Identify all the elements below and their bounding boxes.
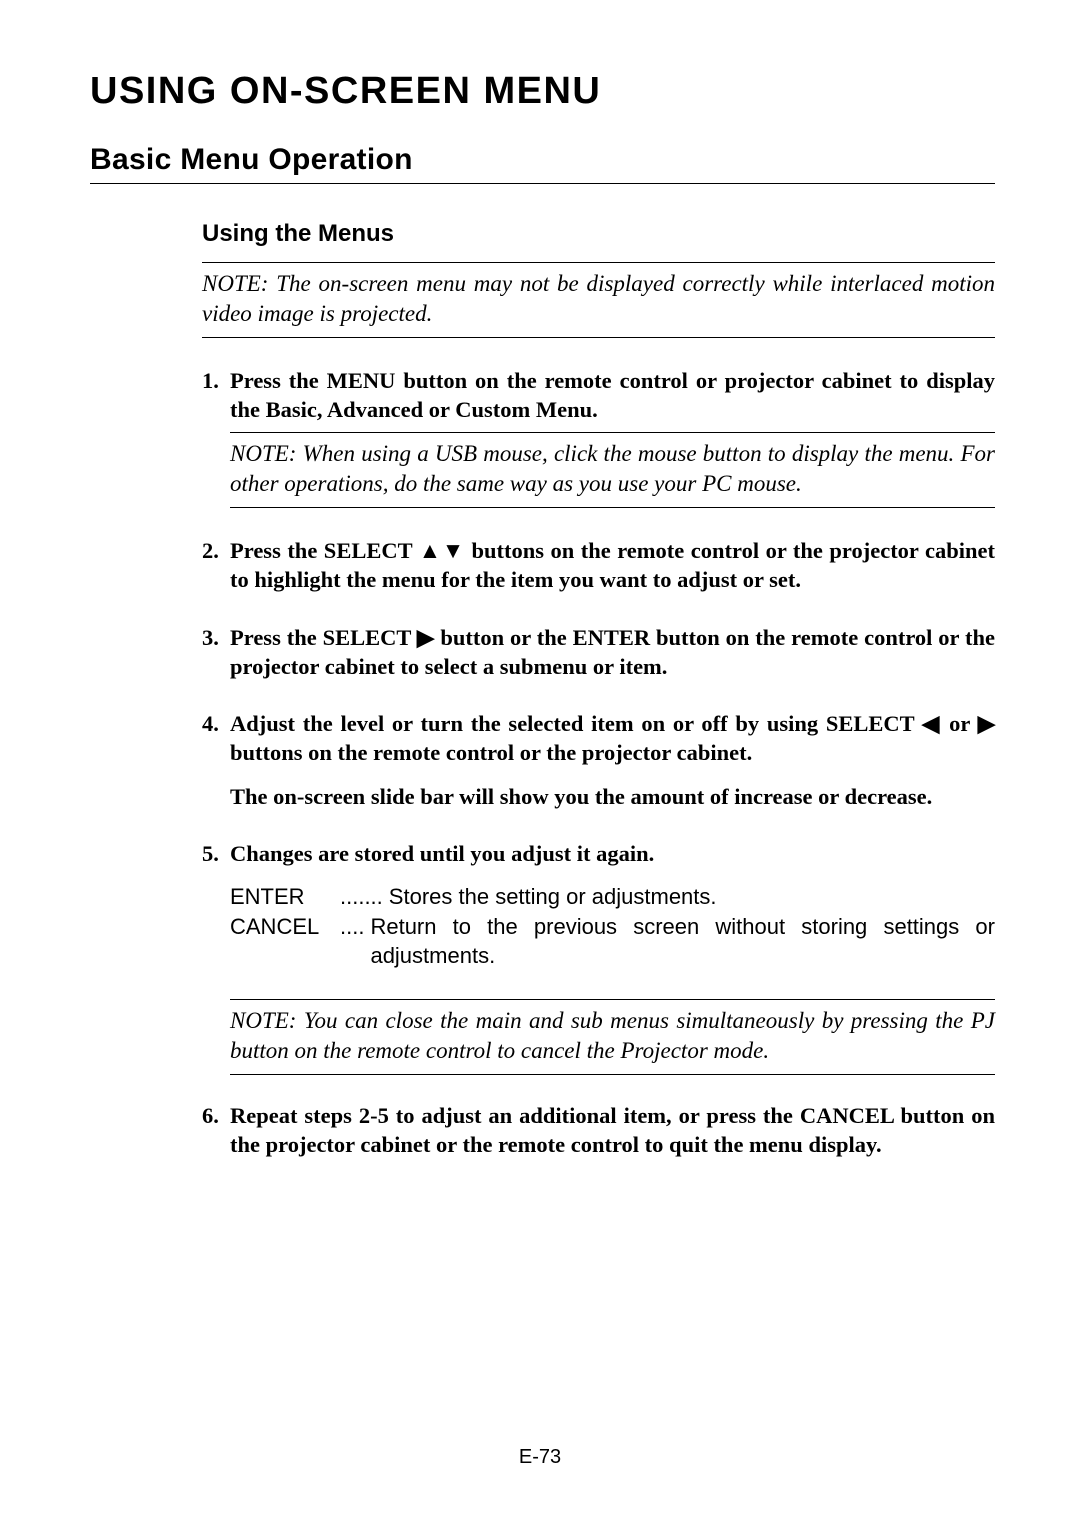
note-rule-top (202, 262, 995, 263)
step-1: 1. Press the MENU button on the remote c… (202, 366, 995, 425)
def-label: CANCEL (230, 912, 340, 971)
step-number: 4. (202, 709, 230, 768)
def-dots: ....... (340, 882, 389, 912)
page-number: E-73 (0, 1446, 1080, 1469)
def-cancel: CANCEL .... Return to the previous scree… (230, 912, 995, 971)
step-3: 3. Press the SELECT ▶ button or the ENTE… (202, 623, 995, 682)
def-label: ENTER (230, 882, 340, 912)
chapter-title: USING ON-SCREEN MENU (90, 70, 995, 113)
step-text: Adjust the level or turn the selected it… (230, 709, 995, 768)
step-4-extra: The on-screen slide bar will show you th… (230, 782, 995, 811)
step-number: 5. (202, 839, 230, 868)
def-enter: ENTER ....... Stores the setting or adju… (230, 882, 995, 912)
section-rule (90, 183, 995, 184)
step-5: 5. Changes are stored until you adjust i… (202, 839, 995, 868)
section-title: Basic Menu Operation (90, 143, 995, 177)
step-text: Press the SELECT ▶ button or the ENTER b… (230, 623, 995, 682)
note-1: NOTE: The on-screen menu may not be disp… (202, 269, 995, 329)
inner-rule-bottom (230, 1074, 995, 1075)
def-dots: .... (340, 912, 370, 971)
def-text: Return to the previous screen without st… (370, 912, 995, 971)
right-triangle-icon: ▶ (978, 711, 995, 736)
note-3: NOTE: You can close the main and sub men… (230, 1006, 995, 1066)
step-number: 6. (202, 1101, 230, 1160)
step-2: 2. Press the SELECT ▲▼ buttons on the re… (202, 536, 995, 595)
up-down-triangle-icon: ▲▼ (419, 538, 465, 563)
inner-rule-top (230, 432, 995, 433)
content-block: Using the Menus NOTE: The on-screen menu… (202, 220, 995, 1159)
step-text: Repeat steps 2-5 to adjust an additional… (230, 1101, 995, 1160)
step-4: 4. Adjust the level or turn the selected… (202, 709, 995, 768)
left-triangle-icon: ◀ (922, 711, 941, 736)
step-text: Changes are stored until you adjust it a… (230, 839, 995, 868)
subsection-title: Using the Menus (202, 220, 995, 248)
note-2: NOTE: When using a USB mouse, click the … (230, 439, 995, 499)
step-number: 2. (202, 536, 230, 595)
note-rule-bottom (202, 337, 995, 338)
def-text: Stores the setting or adjustments. (389, 882, 995, 912)
step-number: 1. (202, 366, 230, 425)
step-text: Press the MENU button on the remote cont… (230, 366, 995, 425)
step-6: 6. Repeat steps 2-5 to adjust an additio… (202, 1101, 995, 1160)
right-triangle-icon: ▶ (417, 625, 435, 650)
inner-rule-top (230, 999, 995, 1000)
inner-rule-bottom (230, 507, 995, 508)
step-number: 3. (202, 623, 230, 682)
definitions: ENTER ....... Stores the setting or adju… (202, 882, 995, 971)
step-text: Press the SELECT ▲▼ buttons on the remot… (230, 536, 995, 595)
